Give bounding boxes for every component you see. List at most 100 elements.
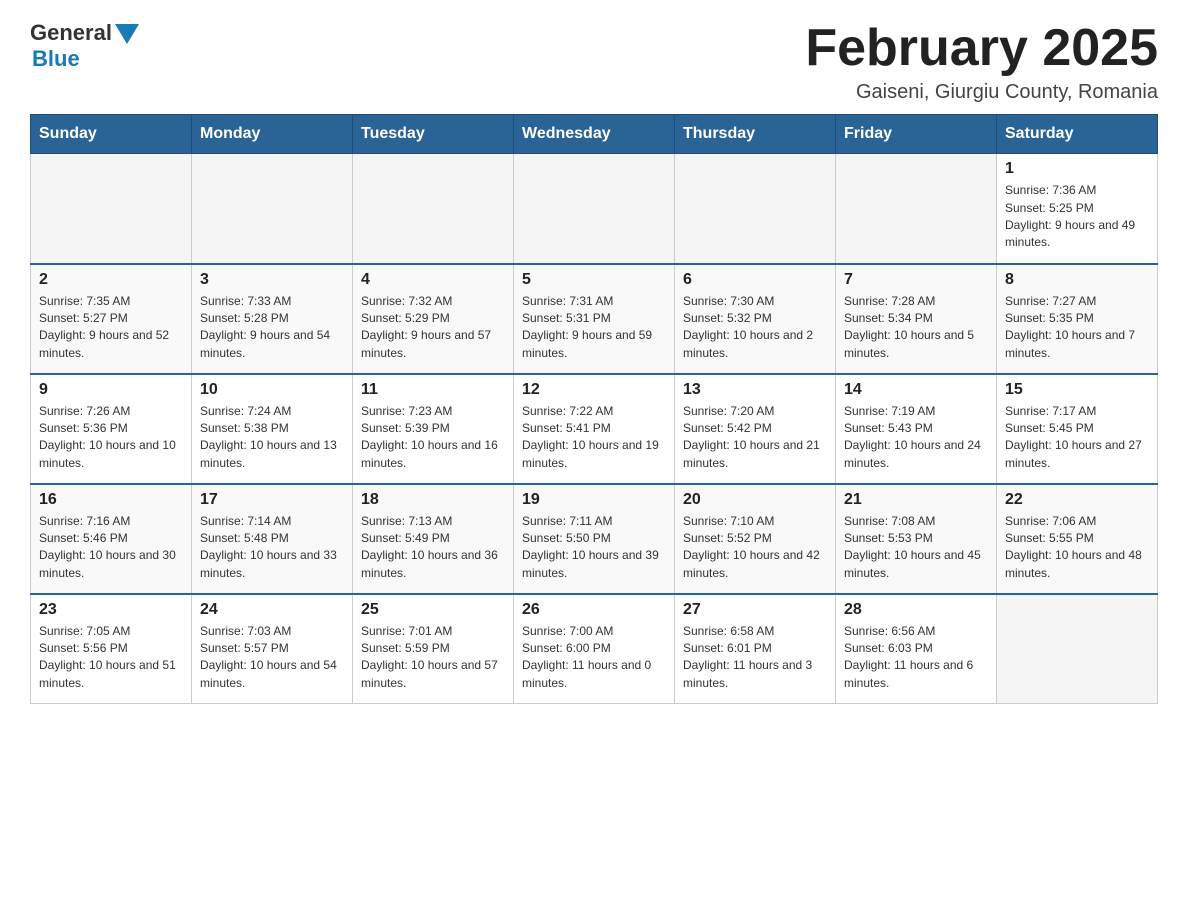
day-info: Sunrise: 7:32 AMSunset: 5:29 PMDaylight:…: [361, 293, 505, 363]
calendar-cell: 2 Sunrise: 7:35 AMSunset: 5:27 PMDaylight…: [31, 264, 192, 374]
calendar-cell: 20 Sunrise: 7:10 AMSunset: 5:52 PMDayligh…: [675, 484, 836, 594]
calendar-cell: [31, 154, 192, 264]
day-info: Sunrise: 7:19 AMSunset: 5:43 PMDaylight:…: [844, 403, 988, 473]
calendar-cell: 3 Sunrise: 7:33 AMSunset: 5:28 PMDaylight…: [192, 264, 353, 374]
day-number: 26: [522, 601, 666, 619]
calendar-cell: [514, 154, 675, 264]
logo-general-text: General: [30, 20, 112, 46]
day-number: 10: [200, 381, 344, 399]
calendar-cell: 9 Sunrise: 7:26 AMSunset: 5:36 PMDaylight…: [31, 374, 192, 484]
logo: General Blue: [30, 20, 139, 72]
header-sunday: Sunday: [31, 115, 192, 154]
day-number: 4: [361, 271, 505, 289]
calendar-cell: 22 Sunrise: 7:06 AMSunset: 5:55 PMDayligh…: [997, 484, 1158, 594]
day-info: Sunrise: 7:28 AMSunset: 5:34 PMDaylight:…: [844, 293, 988, 363]
day-info: Sunrise: 7:03 AMSunset: 5:57 PMDaylight:…: [200, 623, 344, 693]
day-number: 22: [1005, 491, 1149, 509]
logo-triangle-icon: [115, 24, 139, 44]
calendar-cell: 11 Sunrise: 7:23 AMSunset: 5:39 PMDayligh…: [353, 374, 514, 484]
day-number: 21: [844, 491, 988, 509]
day-number: 11: [361, 381, 505, 399]
day-info: Sunrise: 7:01 AMSunset: 5:59 PMDaylight:…: [361, 623, 505, 693]
day-info: Sunrise: 7:27 AMSunset: 5:35 PMDaylight:…: [1005, 293, 1149, 363]
day-number: 19: [522, 491, 666, 509]
logo-blue-text: Blue: [32, 46, 80, 72]
day-info: Sunrise: 7:31 AMSunset: 5:31 PMDaylight:…: [522, 293, 666, 363]
week-row-1: 2 Sunrise: 7:35 AMSunset: 5:27 PMDaylight…: [31, 264, 1158, 374]
day-info: Sunrise: 7:06 AMSunset: 5:55 PMDaylight:…: [1005, 513, 1149, 583]
calendar-cell: [997, 594, 1158, 704]
calendar-cell: 5Sunrise: 7:31 AMSunset: 5:31 PMDaylight…: [514, 264, 675, 374]
day-info: Sunrise: 7:20 AMSunset: 5:42 PMDaylight:…: [683, 403, 827, 473]
week-row-3: 16 Sunrise: 7:16 AMSunset: 5:46 PMDayligh…: [31, 484, 1158, 594]
day-number: 12: [522, 381, 666, 399]
calendar-cell: 26 Sunrise: 7:00 AMSunset: 6:00 PMDayligh…: [514, 594, 675, 704]
day-number: 24: [200, 601, 344, 619]
day-info: Sunrise: 7:35 AMSunset: 5:27 PMDaylight:…: [39, 293, 183, 363]
day-info: Sunrise: 7:36 AMSunset: 5:25 PMDaylight:…: [1005, 182, 1149, 252]
calendar-cell: 10 Sunrise: 7:24 AMSunset: 5:38 PMDayligh…: [192, 374, 353, 484]
calendar-cell: 16 Sunrise: 7:16 AMSunset: 5:46 PMDayligh…: [31, 484, 192, 594]
day-info: Sunrise: 7:24 AMSunset: 5:38 PMDaylight:…: [200, 403, 344, 473]
header-thursday: Thursday: [675, 115, 836, 154]
day-info: Sunrise: 6:58 AMSunset: 6:01 PMDaylight:…: [683, 623, 827, 693]
day-info: Sunrise: 7:22 AMSunset: 5:41 PMDaylight:…: [522, 403, 666, 473]
day-number: 18: [361, 491, 505, 509]
calendar-cell: 21Sunrise: 7:08 AMSunset: 5:53 PMDayligh…: [836, 484, 997, 594]
day-number: 8: [1005, 271, 1149, 289]
day-number: 13: [683, 381, 827, 399]
day-info: Sunrise: 7:33 AMSunset: 5:28 PMDaylight:…: [200, 293, 344, 363]
day-number: 16: [39, 491, 183, 509]
header-wednesday: Wednesday: [514, 115, 675, 154]
calendar-cell: 28Sunrise: 6:56 AMSunset: 6:03 PMDayligh…: [836, 594, 997, 704]
day-number: 7: [844, 271, 988, 289]
calendar-cell: 14 Sunrise: 7:19 AMSunset: 5:43 PMDayligh…: [836, 374, 997, 484]
day-number: 14: [844, 381, 988, 399]
calendar-cell: [836, 154, 997, 264]
day-info: Sunrise: 7:26 AMSunset: 5:36 PMDaylight:…: [39, 403, 183, 473]
day-info: Sunrise: 7:10 AMSunset: 5:52 PMDaylight:…: [683, 513, 827, 583]
day-number: 25: [361, 601, 505, 619]
day-number: 6: [683, 271, 827, 289]
day-info: Sunrise: 7:00 AMSunset: 6:00 PMDaylight:…: [522, 623, 666, 693]
page-header: General Blue February 2025 Gaiseni, Giur…: [30, 20, 1158, 104]
calendar-table: SundayMondayTuesdayWednesdayThursdayFrid…: [30, 114, 1158, 704]
day-number: 20: [683, 491, 827, 509]
calendar-cell: 6 Sunrise: 7:30 AMSunset: 5:32 PMDaylight…: [675, 264, 836, 374]
calendar-cell: 25 Sunrise: 7:01 AMSunset: 5:59 PMDayligh…: [353, 594, 514, 704]
header-friday: Friday: [836, 115, 997, 154]
day-number: 17: [200, 491, 344, 509]
day-number: 3: [200, 271, 344, 289]
header-monday: Monday: [192, 115, 353, 154]
day-number: 1: [1005, 160, 1149, 178]
calendar-cell: 15Sunrise: 7:17 AMSunset: 5:45 PMDayligh…: [997, 374, 1158, 484]
day-info: Sunrise: 7:13 AMSunset: 5:49 PMDaylight:…: [361, 513, 505, 583]
day-number: 2: [39, 271, 183, 289]
day-number: 23: [39, 601, 183, 619]
week-row-4: 23 Sunrise: 7:05 AMSunset: 5:56 PMDayligh…: [31, 594, 1158, 704]
title-section: February 2025 Gaiseni, Giurgiu County, R…: [805, 20, 1158, 104]
calendar-cell: 13 Sunrise: 7:20 AMSunset: 5:42 PMDayligh…: [675, 374, 836, 484]
week-row-0: 1 Sunrise: 7:36 AMSunset: 5:25 PMDaylight…: [31, 154, 1158, 264]
day-info: Sunrise: 6:56 AMSunset: 6:03 PMDaylight:…: [844, 623, 988, 693]
calendar-cell: 27Sunrise: 6:58 AMSunset: 6:01 PMDayligh…: [675, 594, 836, 704]
day-info: Sunrise: 7:16 AMSunset: 5:46 PMDaylight:…: [39, 513, 183, 583]
calendar-subtitle: Gaiseni, Giurgiu County, Romania: [805, 81, 1158, 104]
calendar-cell: [353, 154, 514, 264]
calendar-cell: [192, 154, 353, 264]
header-saturday: Saturday: [997, 115, 1158, 154]
day-info: Sunrise: 7:30 AMSunset: 5:32 PMDaylight:…: [683, 293, 827, 363]
day-info: Sunrise: 7:14 AMSunset: 5:48 PMDaylight:…: [200, 513, 344, 583]
day-info: Sunrise: 7:23 AMSunset: 5:39 PMDaylight:…: [361, 403, 505, 473]
calendar-cell: 18 Sunrise: 7:13 AMSunset: 5:49 PMDayligh…: [353, 484, 514, 594]
calendar-cell: 19Sunrise: 7:11 AMSunset: 5:50 PMDayligh…: [514, 484, 675, 594]
day-info: Sunrise: 7:05 AMSunset: 5:56 PMDaylight:…: [39, 623, 183, 693]
calendar-cell: 1 Sunrise: 7:36 AMSunset: 5:25 PMDaylight…: [997, 154, 1158, 264]
calendar-cell: [675, 154, 836, 264]
calendar-cell: 8 Sunrise: 7:27 AMSunset: 5:35 PMDaylight…: [997, 264, 1158, 374]
calendar-cell: 23 Sunrise: 7:05 AMSunset: 5:56 PMDayligh…: [31, 594, 192, 704]
day-number: 9: [39, 381, 183, 399]
calendar-cell: 12 Sunrise: 7:22 AMSunset: 5:41 PMDayligh…: [514, 374, 675, 484]
day-number: 15: [1005, 381, 1149, 399]
week-row-2: 9 Sunrise: 7:26 AMSunset: 5:36 PMDaylight…: [31, 374, 1158, 484]
